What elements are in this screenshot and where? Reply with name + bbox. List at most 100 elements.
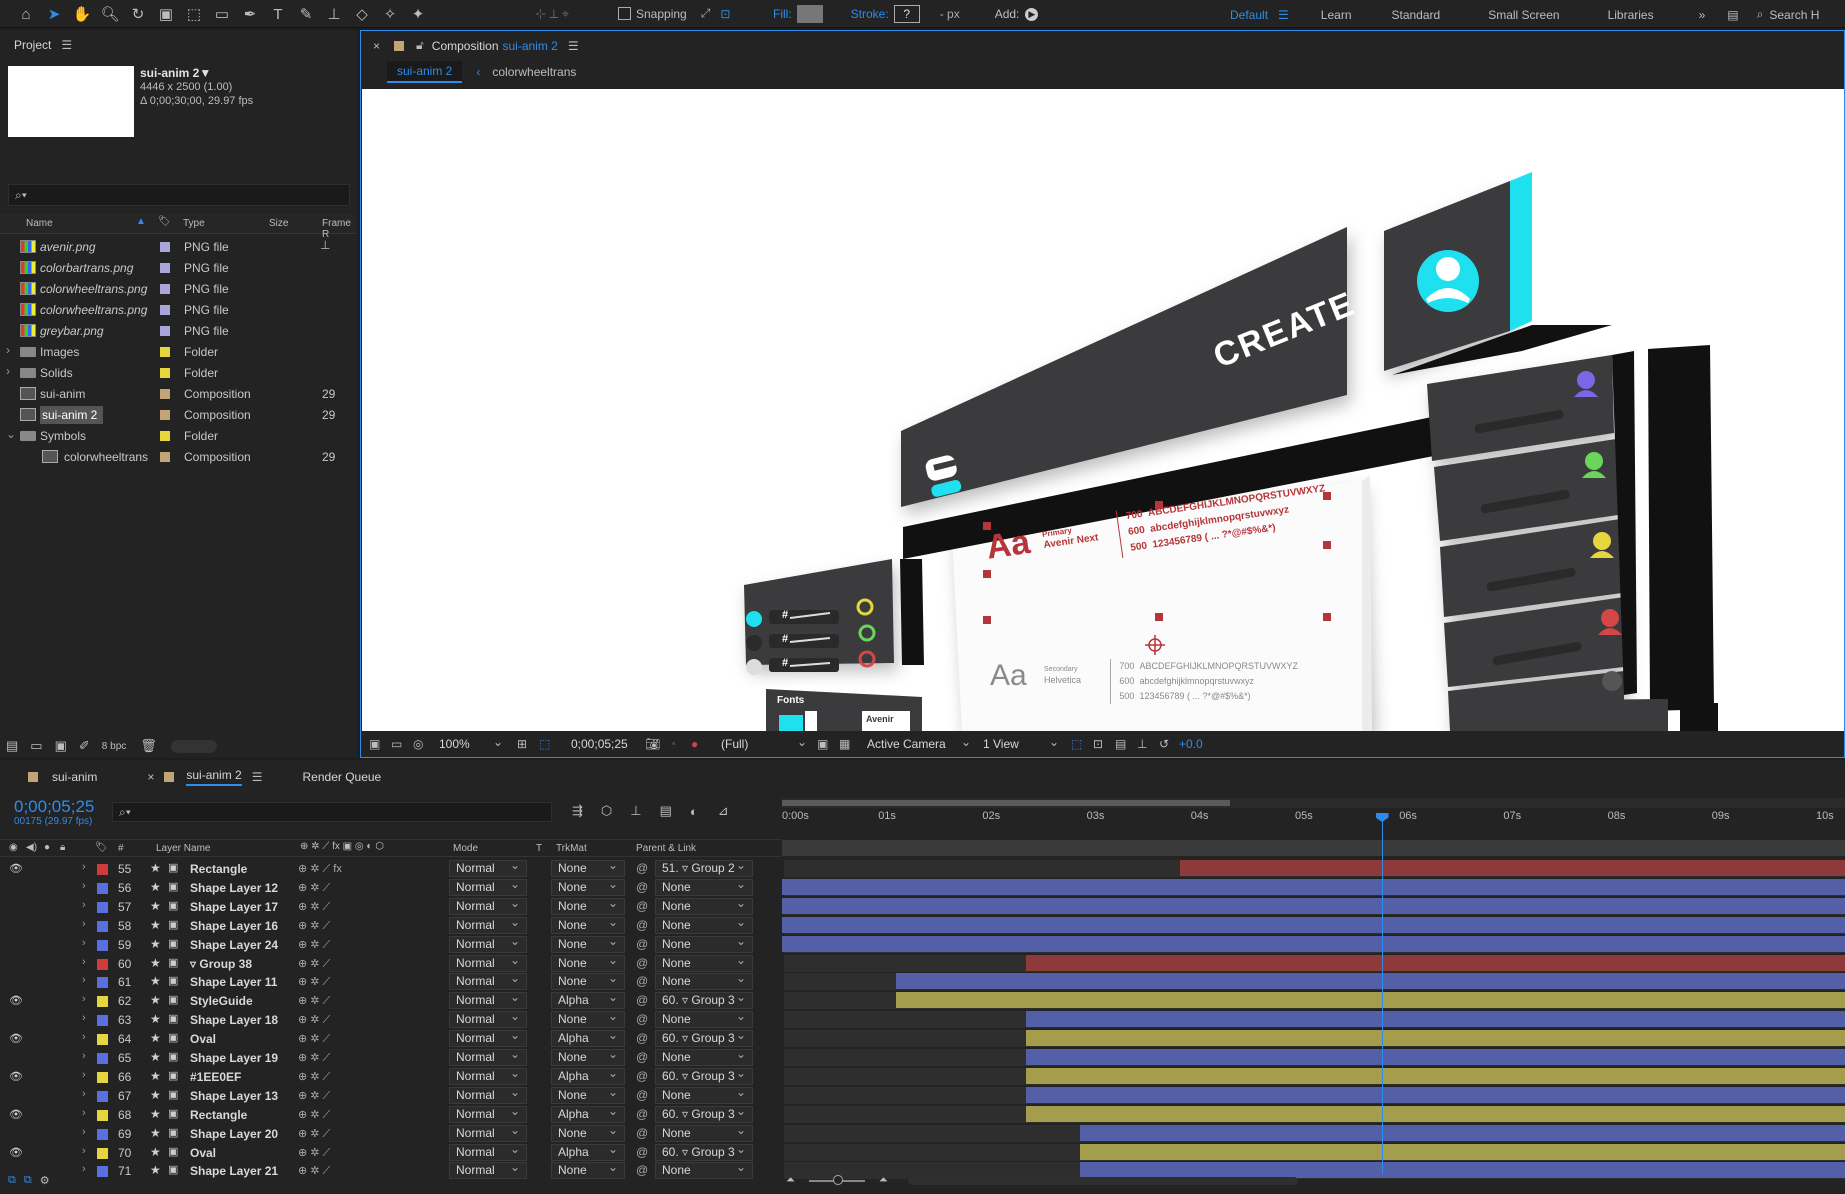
visibility-toggle[interactable] bbox=[9, 900, 23, 912]
layer-duration-bar[interactable] bbox=[1025, 1011, 1845, 1028]
fit-icon[interactable]: ⊞ bbox=[517, 737, 527, 751]
visibility-toggle[interactable] bbox=[9, 957, 23, 969]
layer-label-swatch[interactable] bbox=[97, 958, 108, 970]
blend-mode-dropdown[interactable]: Normal bbox=[449, 1142, 527, 1161]
project-item[interactable]: greybar.png PNG file bbox=[0, 320, 356, 341]
column-layer-name[interactable]: Layer Name bbox=[156, 843, 210, 854]
layer-row[interactable]: › 57 ★ ▣ Shape Layer 17 ⊕ ✲ ⟋ Normal None @ None bbox=[0, 896, 1845, 916]
parent-dropdown[interactable]: None bbox=[655, 1085, 753, 1104]
chevron-right-icon[interactable]: › bbox=[6, 343, 10, 357]
pick-whip-icon[interactable]: @ bbox=[636, 861, 648, 875]
layer-name[interactable]: Oval bbox=[190, 1146, 216, 1160]
label-swatch[interactable] bbox=[160, 368, 170, 378]
label-swatch[interactable] bbox=[160, 347, 170, 357]
home-icon[interactable]: ⌂ bbox=[15, 3, 37, 25]
blend-mode-dropdown[interactable]: Normal bbox=[449, 1085, 527, 1104]
layer-switches[interactable]: ⊕ ✲ ⟋ bbox=[298, 938, 330, 952]
layer-duration-bar[interactable] bbox=[1079, 1143, 1845, 1160]
project-item[interactable]: › Solids Folder bbox=[0, 362, 356, 383]
layer-duration-bar[interactable] bbox=[1180, 860, 1845, 876]
blend-mode-dropdown[interactable]: Normal bbox=[449, 1123, 527, 1142]
pan-behind-tool-icon[interactable]: ⬚ bbox=[183, 3, 205, 25]
layer-switches[interactable]: ⊕ ✲ ⟋ bbox=[298, 1108, 330, 1122]
layer-row[interactable]: 👁︎ › 66 ★ ▣ #1EE0EF ⊕ ✲ ⟋ Normal Alpha @60. ▿ Gro… bbox=[0, 1066, 1845, 1086]
layer-row[interactable]: › 60 ★ ▣ ▿ Group 38 ⊕ ✲ ⟋ Normal None @ None bbox=[0, 953, 1845, 973]
transfer-controls-toggle-icon[interactable]: ⧉ bbox=[24, 1174, 32, 1187]
label-swatch[interactable] bbox=[160, 326, 170, 336]
visibility-toggle[interactable] bbox=[9, 919, 23, 931]
exposure-value[interactable]: +0.0 bbox=[1179, 737, 1203, 751]
always-preview-icon[interactable]: ▣ bbox=[369, 737, 380, 751]
blend-mode-dropdown[interactable]: Normal bbox=[449, 896, 527, 915]
pick-whip-icon[interactable]: @ bbox=[636, 937, 648, 951]
column-name[interactable]: Name bbox=[26, 218, 53, 229]
video-toggle-icon[interactable]: ◉ bbox=[9, 842, 18, 853]
pick-whip-icon[interactable]: @ bbox=[636, 1107, 648, 1121]
layer-label-swatch[interactable] bbox=[97, 1053, 108, 1064]
pick-whip-icon[interactable]: @ bbox=[636, 1145, 648, 1159]
track-matte-dropdown[interactable]: Alpha bbox=[551, 1104, 625, 1123]
search-help-label[interactable]: Search H bbox=[1769, 8, 1819, 22]
flowchart-icon[interactable]: ⊥ bbox=[1137, 737, 1147, 751]
workspace-standard[interactable]: Standard bbox=[1392, 8, 1441, 22]
visibility-eye-icon[interactable]: 👁︎ bbox=[9, 1032, 23, 1045]
blend-mode-dropdown[interactable]: Normal bbox=[449, 934, 527, 953]
column-size[interactable]: Size bbox=[269, 218, 288, 229]
visibility-eye-icon[interactable]: 👁︎ bbox=[9, 994, 23, 1007]
panel-menu-icon[interactable]: ☰ bbox=[61, 38, 72, 52]
layer-switches[interactable]: ⊕ ✲ ⟋ bbox=[298, 1013, 330, 1027]
label-swatch[interactable] bbox=[160, 284, 170, 294]
pick-whip-icon[interactable]: @ bbox=[636, 974, 648, 988]
label-swatch[interactable] bbox=[160, 431, 170, 441]
layer-duration-bar[interactable] bbox=[896, 992, 1845, 1009]
layer-duration-bar[interactable] bbox=[782, 878, 1845, 895]
chevron-right-icon[interactable]: › bbox=[82, 1107, 86, 1119]
track-matte-dropdown[interactable]: None bbox=[551, 1047, 625, 1066]
pick-whip-icon[interactable]: @ bbox=[636, 1031, 648, 1045]
parent-dropdown[interactable]: None bbox=[655, 1160, 753, 1180]
hand-tool-icon[interactable]: ✋ bbox=[71, 3, 93, 25]
blend-mode-dropdown[interactable]: Normal bbox=[449, 990, 527, 1010]
pick-whip-icon[interactable]: @ bbox=[636, 1012, 648, 1026]
project-item[interactable]: colorbartrans.png PNG file bbox=[0, 257, 356, 278]
fill-swatch[interactable] bbox=[796, 5, 823, 23]
label-swatch[interactable] bbox=[160, 389, 170, 399]
bit-depth-button[interactable]: 8 bpc bbox=[102, 741, 126, 752]
blend-mode-dropdown[interactable]: Normal bbox=[449, 1066, 527, 1085]
blend-mode-dropdown[interactable]: Normal bbox=[449, 1009, 527, 1029]
snapping-toggle[interactable]: Snapping ⤢ ⊡ bbox=[618, 6, 730, 21]
layer-switches[interactable]: ⊕ ✲ ⟋ bbox=[298, 881, 330, 895]
visibility-eye-icon[interactable]: 👁︎ bbox=[9, 862, 23, 875]
layer-row[interactable]: 👁︎ › 55 ★ ▣ Rectangle ⊕ ✲ ⟋ fx Normal None @51. ▿… bbox=[0, 858, 1845, 878]
snapping-checkbox[interactable] bbox=[618, 7, 631, 20]
pick-whip-icon[interactable]: @ bbox=[636, 899, 648, 913]
project-item[interactable]: sui-anim Composition 29 bbox=[0, 383, 356, 404]
layer-switches[interactable]: ⊕ ✲ ⟋ bbox=[298, 957, 330, 971]
layer-switches[interactable]: ⊕ ✲ ⟋ fx bbox=[298, 862, 342, 876]
rotate-tool-icon[interactable]: ↻ bbox=[127, 3, 149, 25]
track-matte-dropdown[interactable]: None bbox=[551, 896, 625, 915]
snap-icon[interactable]: ⤢ bbox=[701, 6, 711, 21]
timeline-timecode[interactable]: 0;00;05;25 bbox=[14, 797, 94, 817]
layer-duration-bar[interactable] bbox=[782, 916, 1845, 933]
layer-switches[interactable]: ⊕ ✲ ⟋ bbox=[298, 975, 330, 989]
timeline-search-input[interactable]: ⌕▾ bbox=[112, 802, 552, 822]
project-item[interactable]: › Images Folder bbox=[0, 341, 356, 362]
breadcrumb-active[interactable]: sui-anim 2 bbox=[387, 61, 463, 83]
layer-row[interactable]: › 58 ★ ▣ Shape Layer 16 ⊕ ✲ ⟋ Normal None @ None bbox=[0, 915, 1845, 935]
layer-label-swatch[interactable] bbox=[97, 1015, 108, 1027]
project-item[interactable]: sui-anim 2 Composition 29 bbox=[0, 404, 356, 425]
visibility-eye-icon[interactable]: 👁︎ bbox=[9, 1070, 23, 1083]
rectangle-tool-icon[interactable]: ▭ bbox=[211, 3, 233, 25]
track-matte-dropdown[interactable]: None bbox=[551, 1009, 625, 1029]
chevron-down-icon[interactable]: ⌄ bbox=[6, 427, 16, 441]
chevron-right-icon[interactable]: › bbox=[82, 974, 86, 986]
layer-row[interactable]: › 67 ★ ▣ Shape Layer 13 ⊕ ✲ ⟋ Normal None @ None bbox=[0, 1085, 1845, 1105]
close-tab-icon[interactable]: × bbox=[373, 39, 380, 53]
toggle-pixel-aspect-icon[interactable]: ⬚ bbox=[1071, 737, 1082, 751]
track-matte-dropdown[interactable]: None bbox=[551, 877, 625, 896]
layer-row[interactable]: 👁︎ › 70 ★ ▣ Oval ⊕ ✲ ⟋ Normal Alpha @60. ▿ Group … bbox=[0, 1142, 1845, 1162]
workspace-overflow-icon[interactable]: » bbox=[1699, 8, 1706, 22]
add-icon[interactable]: ▶ bbox=[1025, 7, 1039, 21]
workspace-small-screen[interactable]: Small Screen bbox=[1488, 8, 1559, 22]
